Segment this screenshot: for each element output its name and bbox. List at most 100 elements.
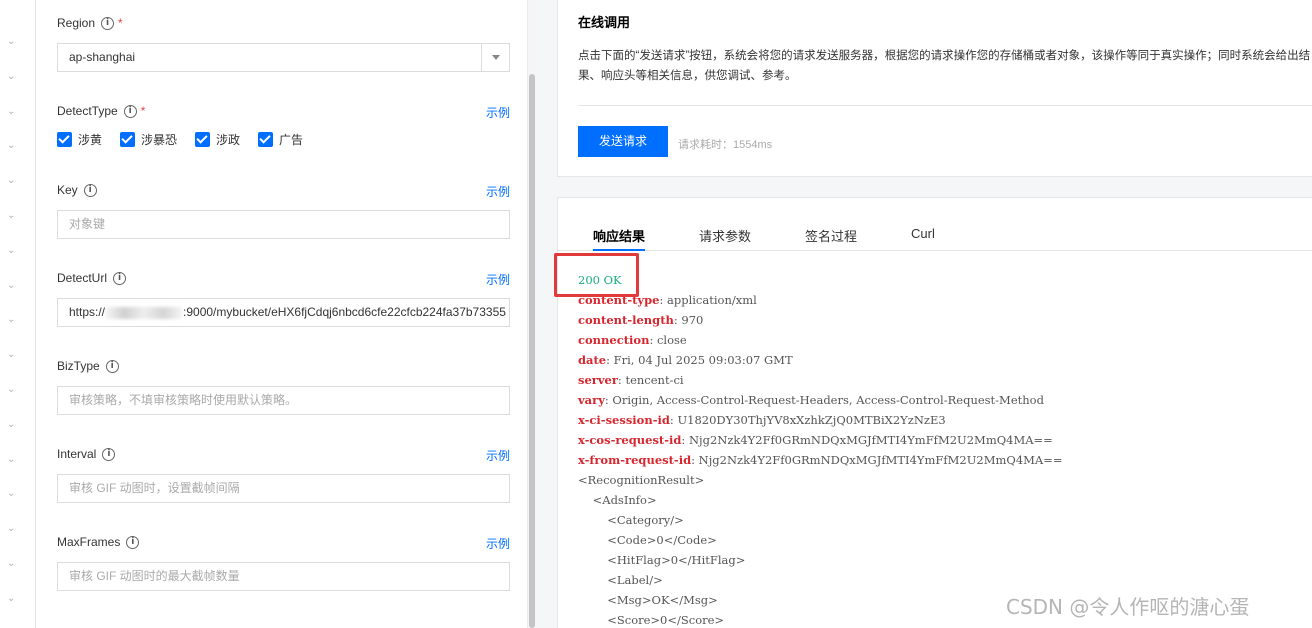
- response-header-key: connection: [578, 333, 650, 347]
- interval-label: Interval i: [57, 446, 116, 462]
- detect-url-example-link[interactable]: 示例: [486, 271, 510, 288]
- key-example-link[interactable]: 示例: [486, 183, 510, 200]
- response-xml-line: <Category/>: [578, 513, 684, 527]
- biz-type-input[interactable]: 审核策略，不填审核策略时使用默认策略。: [57, 386, 510, 415]
- response-header-line: x-from-request-id: Njg2Nzk4Y2Ff0GRmNDQxM…: [578, 453, 1063, 467]
- response-xml-line: <Code>0</Code>: [578, 533, 717, 547]
- region-select[interactable]: ap-shanghai: [57, 43, 510, 72]
- info-icon[interactable]: i: [123, 104, 137, 118]
- response-header-value: Njg2Nzk4Y2Ff0GRmNDQxMGJfMTI4YmFfM2U2MmQ4…: [698, 453, 1063, 467]
- detect-url-label-text: DetectUrl: [57, 271, 108, 285]
- tab-signature-process[interactable]: 签名过程: [805, 226, 857, 251]
- checkbox-checked-icon[interactable]: [258, 132, 274, 147]
- checkbox-checked-icon[interactable]: [195, 132, 211, 147]
- online-call-title: 在线调用: [578, 15, 631, 30]
- info-icon[interactable]: i: [101, 16, 115, 30]
- max-frames-example-link[interactable]: 示例: [486, 535, 510, 552]
- response-xml-line: <HitFlag>0</HitFlag>: [578, 553, 746, 567]
- response-header-value: Origin, Access-Control-Request-Headers, …: [612, 393, 1044, 407]
- interval-example-link[interactable]: 示例: [486, 447, 510, 464]
- response-header-value: 970: [681, 313, 704, 327]
- detect-url-label: DetectUrl i: [57, 270, 127, 286]
- info-icon[interactable]: i: [105, 359, 119, 373]
- response-header-key: date: [578, 353, 607, 367]
- info-icon[interactable]: i: [113, 271, 127, 285]
- chevron-down-icon[interactable]: ⌄: [7, 593, 15, 603]
- checkbox-politics[interactable]: 涉政: [195, 131, 240, 148]
- chevron-down-icon[interactable]: ⌄: [7, 37, 15, 47]
- chevron-down-icon[interactable]: ⌄: [7, 489, 15, 499]
- interval-input[interactable]: 审核 GIF 动图时，设置截帧间隔: [57, 474, 510, 503]
- info-icon[interactable]: i: [126, 535, 140, 549]
- detect-url-input[interactable]: https://:9000/mybucket/eHX6fjCdqj6nbcd6c…: [57, 298, 510, 327]
- checkbox-label: 广告: [279, 133, 304, 147]
- detect-type-example-link[interactable]: 示例: [486, 104, 510, 121]
- detect-url-prefix: https://: [69, 305, 106, 319]
- checkbox-checked-icon[interactable]: [120, 132, 136, 147]
- key-label: Key i: [57, 182, 97, 198]
- response-header-value: tencent-ci: [625, 373, 684, 387]
- tab-request-params[interactable]: 请求参数: [699, 226, 751, 251]
- detect-type-checkboxes: 涉黄 涉暴恐 涉政 广告: [57, 131, 321, 148]
- info-icon[interactable]: i: [102, 447, 116, 461]
- response-header-value: Fri, 04 Jul 2025 09:03:07 GMT: [613, 353, 793, 367]
- response-header-line: x-ci-session-id: U1820DY30ThjYV8xXzhkZjQ…: [578, 413, 946, 427]
- chevron-down-icon[interactable]: ⌄: [7, 245, 15, 255]
- checkbox-terrorism[interactable]: 涉暴恐: [120, 131, 177, 148]
- chevron-down-icon[interactable]: ⌄: [7, 71, 15, 81]
- divider: [578, 105, 1312, 106]
- chevron-down-icon[interactable]: ⌄: [7, 141, 15, 151]
- online-call-panel: 在线调用 点击下面的“发送请求”按钮，系统会将您的请求发送服务器，根据您的请求操…: [537, 0, 1312, 628]
- send-request-button[interactable]: 发送请求: [578, 126, 668, 157]
- chevron-down-icon[interactable]: ⌄: [7, 419, 15, 429]
- chevron-down-icon[interactable]: ⌄: [7, 211, 15, 221]
- info-icon[interactable]: i: [83, 183, 97, 197]
- chevron-down-icon[interactable]: ⌄: [7, 454, 15, 464]
- response-status: 200 OK: [578, 273, 622, 287]
- online-call-card: 在线调用 点击下面的“发送请求”按钮，系统会将您的请求发送服务器，根据您的请求操…: [557, 0, 1312, 177]
- response-body: 200 OK content-type: application/xml cont…: [578, 270, 1063, 628]
- interval-placeholder: 审核 GIF 动图时，设置截帧间隔: [69, 481, 240, 495]
- response-header-key: x-from-request-id: [578, 453, 692, 467]
- response-header-line: content-type: application/xml: [578, 293, 757, 307]
- chevron-down-icon[interactable]: ⌄: [7, 106, 15, 116]
- chevron-down-icon[interactable]: ⌄: [7, 176, 15, 186]
- checkbox-porn[interactable]: 涉黄: [57, 131, 102, 148]
- response-header-key: x-cos-request-id: [578, 433, 682, 447]
- response-xml-line: <AdsInfo>: [578, 493, 657, 507]
- max-frames-label: MaxFrames i: [57, 534, 140, 550]
- chevron-down-icon[interactable]: ⌄: [7, 350, 15, 360]
- response-xml-line: <Label/>: [578, 573, 663, 587]
- chevron-down-icon[interactable]: [481, 44, 509, 71]
- max-frames-placeholder: 审核 GIF 动图时的最大截帧数量: [69, 569, 240, 583]
- required-mark: *: [140, 104, 146, 118]
- chevron-down-icon[interactable]: ⌄: [7, 385, 15, 395]
- response-card: 响应结果 请求参数 签名过程 Curl 200 OK content-type:…: [557, 197, 1312, 628]
- redacted-host: [105, 306, 184, 319]
- key-label-text: Key: [57, 183, 78, 197]
- response-xml-line: <RecognitionResult>: [578, 473, 705, 487]
- request-elapsed-text: 请求耗时：1554ms: [678, 139, 773, 151]
- response-header-key: vary: [578, 393, 605, 407]
- chevron-down-icon[interactable]: ⌄: [7, 315, 15, 325]
- response-header-line: connection: close: [578, 333, 687, 347]
- online-call-description: 点击下面的“发送请求”按钮，系统会将您的请求发送服务器，根据您的请求操作您的存储…: [578, 50, 1311, 82]
- response-header-line: x-cos-request-id: Njg2Nzk4Y2Ff0GRmNDQxMG…: [578, 433, 1053, 447]
- chevron-down-icon[interactable]: ⌄: [7, 559, 15, 569]
- detect-type-label: DetectType i *: [57, 103, 145, 119]
- checkbox-ads[interactable]: 广告: [258, 131, 303, 148]
- response-header-line: content-length: 970: [578, 313, 704, 327]
- key-input[interactable]: 对象键: [57, 210, 510, 239]
- response-header-line: vary: Origin, Access-Control-Request-Hea…: [578, 393, 1044, 407]
- form-scrollbar-thumb[interactable]: [529, 74, 535, 628]
- collapse-rail: ⌄⌄⌄⌄⌄⌄⌄⌄⌄⌄⌄⌄⌄⌄⌄⌄⌄⌄: [0, 0, 36, 628]
- tab-curl[interactable]: Curl: [911, 226, 935, 251]
- response-header-key: server: [578, 373, 618, 387]
- max-frames-input[interactable]: 审核 GIF 动图时的最大截帧数量: [57, 562, 510, 591]
- chevron-down-icon[interactable]: ⌄: [7, 524, 15, 534]
- response-xml-line: <Score>0</Score>: [578, 613, 725, 627]
- chevron-down-icon[interactable]: ⌄: [7, 280, 15, 290]
- tab-response-result[interactable]: 响应结果: [593, 226, 646, 251]
- region-value: ap-shanghai: [69, 50, 136, 64]
- checkbox-checked-icon[interactable]: [57, 132, 72, 147]
